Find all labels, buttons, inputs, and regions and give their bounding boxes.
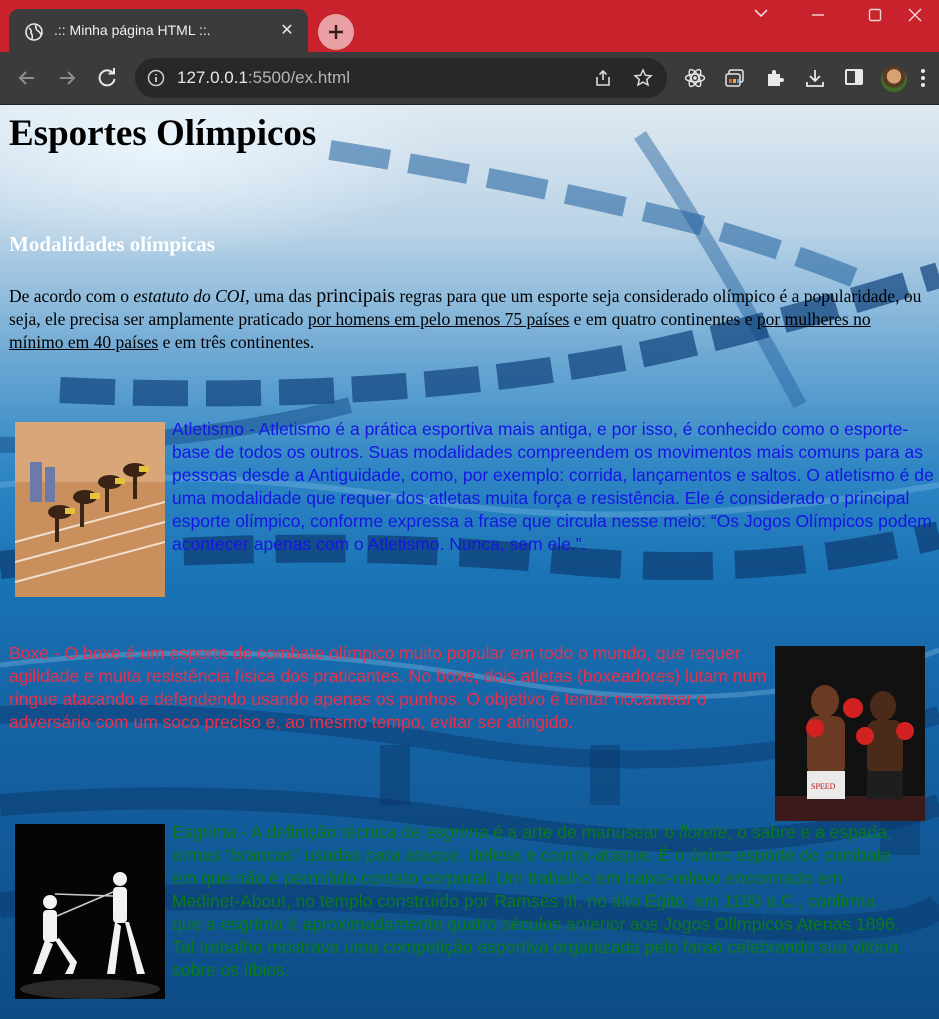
boxing-text: Boxe - O boxe é um esporte de combate ol…: [9, 643, 767, 732]
side-panel-icon[interactable]: [844, 67, 864, 87]
minimize-icon: [812, 14, 824, 16]
page-body: Esportes Olímpicos Modalidades olímpicas…: [0, 105, 939, 1019]
boxing-image: SPEED: [775, 646, 925, 821]
close-window-button[interactable]: [892, 0, 939, 30]
share-icon[interactable]: [593, 68, 613, 88]
athletics-text: Atletismo - Atletismo é a prática esport…: [172, 419, 934, 554]
athletics-image: [15, 422, 165, 597]
forward-arrow-icon[interactable]: [54, 65, 80, 91]
intro-underline-men: por homens em pelo menos 75 países: [307, 309, 570, 329]
fencing-text: Esgrima - A definição técnica de esgrima…: [172, 822, 900, 980]
fencing-image: [15, 824, 165, 999]
react-devtools-icon[interactable]: [684, 67, 706, 89]
bookmark-star-icon[interactable]: [633, 68, 653, 88]
back-arrow-icon[interactable]: [14, 65, 40, 91]
tab-search-button[interactable]: [733, 0, 789, 30]
intro-big-word: principais: [316, 285, 396, 307]
intro-emphasis: estatuto do COI: [133, 286, 246, 306]
close-icon: [908, 8, 922, 22]
svg-text:SPEED: SPEED: [811, 782, 836, 791]
new-tab-button[interactable]: [318, 14, 354, 50]
browser-toolbar: 127.0.0.1:5500/ex.html: [0, 52, 939, 105]
url-text: 127.0.0.1:5500/ex.html: [177, 68, 350, 87]
tab-title: .:: Minha página HTML ::.: [54, 22, 211, 38]
chevron-down-icon: [754, 9, 768, 18]
page-title: Esportes Olímpicos: [9, 113, 317, 154]
profile-avatar[interactable]: [881, 66, 907, 92]
close-tab-icon[interactable]: ✕: [278, 21, 296, 39]
menu-dots-icon[interactable]: [919, 67, 927, 89]
extensions-puzzle-icon[interactable]: [764, 67, 786, 89]
page-viewport: Esportes Olímpicos Modalidades olímpicas…: [0, 105, 939, 1019]
browser-tab[interactable]: .:: Minha página HTML ::. ✕: [9, 9, 308, 52]
extension-color-icon[interactable]: [724, 67, 746, 89]
section-heading: Modalidades olímpicas: [9, 232, 215, 256]
globe-icon: [25, 23, 43, 41]
tab-strip: .:: Minha página HTML ::. ✕: [0, 0, 939, 52]
maximize-icon: [868, 8, 882, 22]
address-bar[interactable]: 127.0.0.1:5500/ex.html: [135, 58, 667, 98]
reload-icon[interactable]: [94, 65, 120, 91]
plus-icon: [329, 25, 343, 39]
intro-paragraph: De acordo com o estatuto do COI, uma das…: [9, 285, 922, 352]
site-info-icon[interactable]: [147, 69, 165, 87]
download-icon[interactable]: [804, 67, 826, 89]
minimize-button[interactable]: [790, 0, 846, 30]
